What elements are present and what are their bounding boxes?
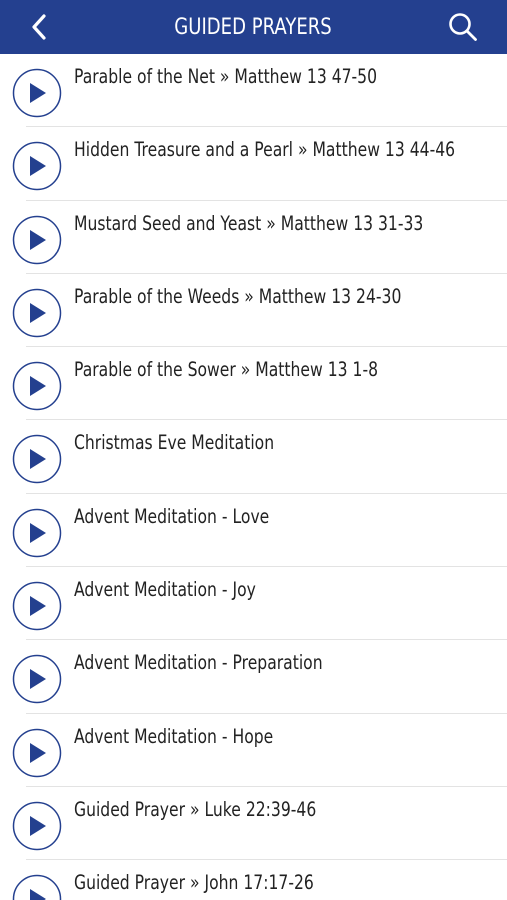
play-circle-icon[interactable] <box>12 288 62 338</box>
list-item-label: Parable of the Weeds » Matthew 13 24-30 <box>74 284 402 308</box>
list-item[interactable]: Parable of the Weeds » Matthew 13 24-30 <box>0 274 507 348</box>
chevron-left-icon <box>32 14 46 40</box>
search-icon <box>449 13 477 41</box>
list-item-label: Christmas Eve Meditation <box>74 431 275 455</box>
list-item[interactable]: Advent Meditation - Joy <box>0 567 507 641</box>
list-item-label: Advent Meditation - Hope <box>74 724 274 748</box>
page-title: GUIDED PRAYERS <box>174 14 333 40</box>
play-circle-icon[interactable] <box>12 141 62 191</box>
list-item[interactable]: Guided Prayer » Luke 22:39-46 <box>0 787 507 861</box>
list-item-label: Guided Prayer » Luke 22:39-46 <box>74 797 317 821</box>
play-circle-icon[interactable] <box>12 361 62 411</box>
list-item-label: Parable of the Net » Matthew 13 47-50 <box>74 65 378 88</box>
list-item-label: Mustard Seed and Yeast » Matthew 13 31-3… <box>74 211 424 235</box>
list-item-label: Advent Meditation - Joy <box>74 578 256 602</box>
back-button[interactable] <box>24 11 56 43</box>
app-header: GUIDED PRAYERS <box>0 0 507 54</box>
play-circle-icon[interactable] <box>12 215 62 265</box>
list-item[interactable]: Guided Prayer » John 17:17-26 <box>0 860 507 900</box>
play-circle-icon[interactable] <box>12 801 62 851</box>
play-circle-icon[interactable] <box>12 654 62 704</box>
list-item-label: Parable of the Sower » Matthew 13 1-8 <box>74 358 379 382</box>
list-item[interactable]: Advent Meditation - Love <box>0 494 507 568</box>
list-item[interactable]: Advent Meditation - Hope <box>0 714 507 788</box>
play-circle-icon[interactable] <box>12 874 62 900</box>
list-item[interactable]: Parable of the Net » Matthew 13 47-50 <box>0 54 507 128</box>
prayer-list: Parable of the Net » Matthew 13 47-50 Hi… <box>0 54 507 900</box>
list-item-label: Hidden Treasure and a Pearl » Matthew 13… <box>74 138 456 162</box>
list-item[interactable]: Christmas Eve Meditation <box>0 420 507 495</box>
play-circle-icon[interactable] <box>12 68 62 118</box>
play-circle-icon[interactable] <box>12 434 62 484</box>
search-button[interactable] <box>447 11 479 43</box>
play-circle-icon[interactable] <box>12 508 62 558</box>
list-item[interactable]: Parable of the Sower » Matthew 13 1-8 <box>0 347 507 421</box>
list-item[interactable]: Advent Meditation - Preparation <box>0 640 507 714</box>
list-item[interactable]: Hidden Treasure and a Pearl » Matthew 13… <box>0 127 507 201</box>
play-circle-icon[interactable] <box>12 728 62 778</box>
list-item-label: Advent Meditation - Preparation <box>74 651 323 675</box>
list-item-label: Advent Meditation - Love <box>74 504 270 528</box>
list-item-label: Guided Prayer » John 17:17-26 <box>74 871 314 895</box>
play-circle-icon[interactable] <box>12 581 62 631</box>
list-item[interactable]: Mustard Seed and Yeast » Matthew 13 31-3… <box>0 201 507 275</box>
